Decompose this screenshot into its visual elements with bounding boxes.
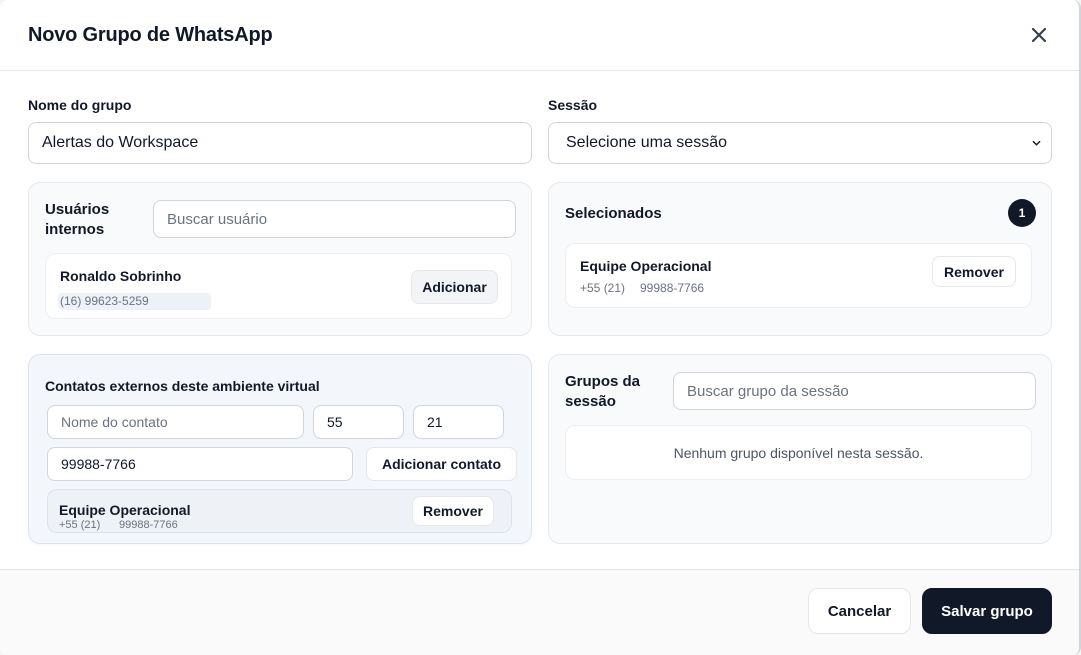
list-item: Equipe Operacional +55 (21) 99988-7766 R…	[47, 489, 512, 533]
internal-users-panel: Usuários internos Ronaldo Sobrinho (16) …	[28, 182, 532, 336]
ddd-input[interactable]	[413, 405, 504, 439]
chevron-down-icon	[1032, 140, 1041, 146]
internal-users-title: Usuários internos	[45, 201, 110, 238]
selected-panel: Selecionados 1 Equipe Operacional +55 (2…	[548, 182, 1052, 336]
session-groups-panel: Grupos da sessão Nenhum grupo disponível…	[548, 354, 1052, 544]
add-contact-button[interactable]: Adicionar contato	[366, 447, 517, 481]
modal-body: Nome do grupo Sessão Selecione uma sessã…	[0, 71, 1079, 569]
modal-title: Novo Grupo de WhatsApp	[28, 23, 273, 46]
modal-header: Novo Grupo de WhatsApp	[0, 0, 1079, 71]
save-group-button[interactable]: Salvar grupo	[922, 588, 1052, 634]
external-contact-name: Equipe Operacional	[59, 502, 191, 518]
session-label: Sessão	[548, 97, 598, 113]
group-name-input[interactable]	[28, 122, 532, 164]
empty-state-text: Nenhum grupo disponível nesta sessão.	[673, 445, 924, 461]
contact-number: 99988-7766	[640, 281, 705, 295]
selected-title: Selecionados	[565, 205, 662, 222]
external-contacts-title: Contatos externos deste ambiente virtual	[45, 378, 320, 394]
contact-ddi-ddd: +55 (21)	[580, 281, 626, 295]
session-select[interactable]: Selecione uma sessão	[548, 122, 1052, 164]
phone-number-input[interactable]	[47, 447, 353, 481]
session-groups-title: Grupos da sessão	[565, 373, 641, 410]
contact-name: Equipe Operacional	[580, 258, 712, 274]
remove-selected-button[interactable]: Remover	[932, 256, 1016, 287]
external-contact-number: 99988-7766	[119, 519, 178, 531]
group-name-label: Nome do grupo	[28, 97, 132, 113]
cancel-button[interactable]: Cancelar	[808, 588, 911, 634]
user-name: Ronaldo Sobrinho	[60, 268, 182, 284]
selected-count-badge: 1	[1008, 199, 1036, 227]
list-item: Equipe Operacional +55 (21) 99988-7766 R…	[565, 243, 1032, 308]
add-user-button[interactable]: Adicionar	[411, 270, 498, 304]
session-select-value: Selecione uma sessão	[566, 134, 727, 151]
modal-footer: Cancelar Salvar grupo	[0, 569, 1079, 655]
close-icon[interactable]	[1027, 23, 1051, 47]
search-session-group-input[interactable]	[673, 372, 1036, 410]
list-item: Ronaldo Sobrinho (16) 99623-5259 Adicion…	[45, 253, 512, 319]
external-contact-ddi-ddd: +55 (21)	[59, 519, 101, 531]
new-whatsapp-group-modal: Novo Grupo de WhatsApp Nome do grupo Ses…	[0, 0, 1081, 655]
ddi-input[interactable]	[313, 405, 404, 439]
empty-state: Nenhum grupo disponível nesta sessão.	[565, 425, 1032, 480]
external-contacts-panel: Contatos externos deste ambiente virtual…	[28, 354, 532, 544]
contact-name-input[interactable]	[47, 405, 304, 439]
user-phone: (16) 99623-5259	[60, 294, 149, 308]
search-user-input[interactable]	[153, 200, 516, 238]
remove-external-contact-button[interactable]: Remover	[412, 496, 494, 526]
